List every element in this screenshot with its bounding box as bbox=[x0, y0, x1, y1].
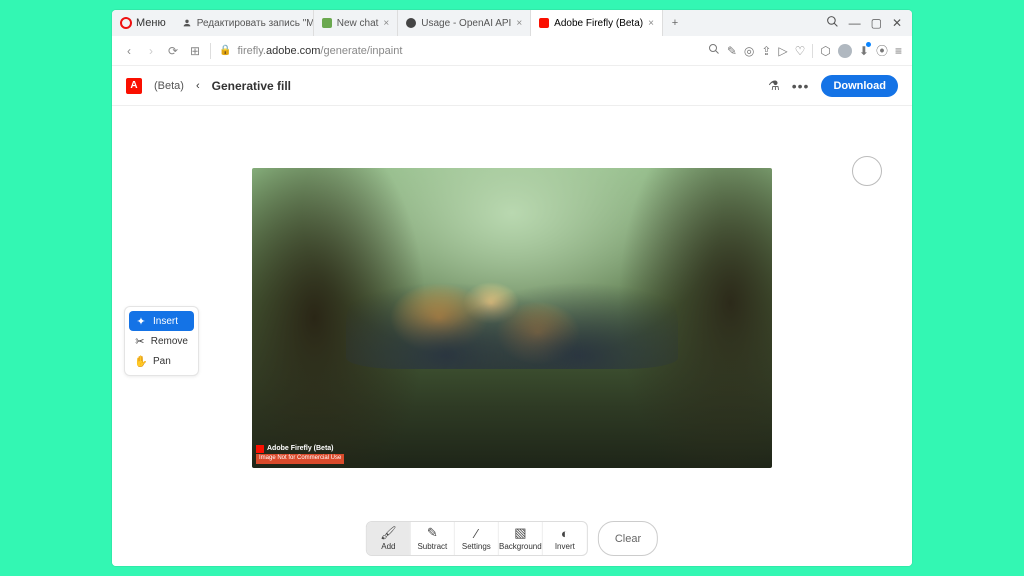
tab-label: Редактировать запись "М... bbox=[197, 18, 314, 29]
browser-window: Меню Редактировать запись "М... × New ch… bbox=[112, 10, 912, 566]
watermark-disclaimer: Image Not for Commercial Use bbox=[256, 454, 344, 463]
background-icon: ▧ bbox=[514, 526, 526, 540]
person-icon bbox=[182, 18, 192, 28]
chat-icon bbox=[322, 18, 332, 28]
tool-pan[interactable]: ✋ Pan bbox=[129, 351, 194, 371]
brush-label: Background bbox=[499, 542, 542, 551]
tool-label: Remove bbox=[151, 336, 188, 347]
brush-label: Add bbox=[381, 542, 395, 551]
experiments-icon[interactable]: ⚗ bbox=[768, 78, 780, 94]
share-icon[interactable]: ⇪ bbox=[761, 44, 771, 58]
openai-icon bbox=[406, 18, 416, 28]
page-title: Generative fill bbox=[212, 79, 291, 93]
settings-slider-icon: ∕ bbox=[475, 526, 477, 540]
opera-menu[interactable]: Меню bbox=[112, 17, 174, 29]
insert-icon: ✦ bbox=[135, 315, 147, 327]
lock-icon: 🔒 bbox=[219, 45, 231, 56]
canvas-area: Adobe Firefly (Beta) Image Not for Comme… bbox=[112, 106, 912, 566]
beta-badge: (Beta) bbox=[154, 80, 184, 92]
image-watermark: Adobe Firefly (Beta) Image Not for Comme… bbox=[256, 445, 344, 464]
nav-back-icon[interactable]: ‹ bbox=[122, 44, 136, 58]
brush-settings[interactable]: ∕ Settings bbox=[455, 522, 499, 555]
brush-toolbar: 🖌 Add ✎ Subtract ∕ Settings ▧ Background… bbox=[366, 521, 658, 556]
downloads-icon[interactable]: ⬇ bbox=[859, 44, 869, 58]
url-domain: adobe.com bbox=[266, 45, 320, 57]
maximize-button[interactable]: ▢ bbox=[871, 16, 882, 30]
opera-menu-label: Меню bbox=[136, 17, 166, 29]
profile-avatar[interactable] bbox=[838, 44, 852, 58]
vpn-icon[interactable]: ⦿ bbox=[876, 42, 888, 59]
close-button[interactable]: ✕ bbox=[892, 16, 902, 30]
back-chevron-icon[interactable]: ‹ bbox=[196, 80, 200, 92]
tab-strip: Редактировать запись "М... × New chat × … bbox=[174, 10, 816, 36]
download-button[interactable]: Download bbox=[821, 75, 898, 97]
close-icon[interactable]: × bbox=[383, 18, 389, 29]
tab-label: Adobe Firefly (Beta) bbox=[554, 18, 643, 29]
window-controls: ― ▢ ✕ bbox=[816, 15, 912, 31]
brush-subtract-icon: ✎ bbox=[427, 526, 438, 540]
brush-subtract[interactable]: ✎ Subtract bbox=[411, 522, 455, 555]
play-icon[interactable]: ▷ bbox=[778, 44, 787, 58]
window-titlebar: Меню Редактировать запись "М... × New ch… bbox=[112, 10, 912, 36]
remove-icon: ✂ bbox=[135, 335, 145, 347]
generated-image[interactable]: Adobe Firefly (Beta) Image Not for Comme… bbox=[252, 168, 772, 468]
minimize-button[interactable]: ― bbox=[849, 16, 861, 30]
nav-forward-icon[interactable]: › bbox=[144, 44, 158, 58]
mode-tool-panel: ✦ Insert ✂ Remove ✋ Pan bbox=[124, 306, 199, 376]
adobe-logo-icon: A bbox=[126, 78, 142, 94]
more-menu-icon[interactable]: ••• bbox=[792, 78, 810, 94]
easy-setup-icon[interactable]: ≡ bbox=[895, 44, 902, 58]
browser-tab[interactable]: Редактировать запись "М... × bbox=[174, 10, 314, 36]
tool-insert[interactable]: ✦ Insert bbox=[129, 311, 194, 331]
address-actions: ✎ ◎ ⇪ ▷ ♡ ⬡ ⬇ ⦿ ≡ bbox=[708, 42, 902, 59]
tool-remove[interactable]: ✂ Remove bbox=[129, 331, 194, 351]
select-invert[interactable]: ◐ Invert bbox=[543, 522, 587, 555]
reload-icon[interactable]: ⟳ bbox=[166, 44, 180, 58]
brush-tool-group: 🖌 Add ✎ Subtract ∕ Settings ▧ Background… bbox=[366, 521, 588, 556]
select-background[interactable]: ▧ Background bbox=[499, 522, 543, 555]
app-header: A (Beta) ‹ Generative fill ⚗ ••• Downloa… bbox=[112, 66, 912, 106]
brush-add-icon: 🖌 bbox=[380, 526, 397, 540]
adobe-mark-icon bbox=[256, 445, 264, 453]
tool-label: Insert bbox=[153, 316, 178, 327]
edit-icon[interactable]: ✎ bbox=[727, 44, 737, 58]
brush-label: Settings bbox=[462, 542, 491, 551]
new-tab-button[interactable]: + bbox=[663, 10, 687, 36]
opera-logo-icon bbox=[120, 17, 132, 29]
adobe-icon bbox=[539, 18, 549, 28]
browser-tab[interactable]: New chat × bbox=[314, 10, 399, 36]
clear-button[interactable]: Clear bbox=[598, 521, 658, 556]
find-icon[interactable] bbox=[708, 43, 720, 58]
url-prefix: firefly. bbox=[237, 45, 266, 57]
brush-label: Subtract bbox=[417, 542, 447, 551]
cube-icon[interactable]: ⬡ bbox=[820, 44, 830, 58]
speed-dial-icon[interactable]: ⊞ bbox=[188, 44, 202, 58]
close-icon[interactable]: × bbox=[516, 18, 522, 29]
search-icon[interactable] bbox=[826, 15, 839, 31]
brush-size-preview bbox=[852, 156, 882, 186]
heart-icon[interactable]: ♡ bbox=[795, 44, 806, 58]
url-path: /generate/inpaint bbox=[320, 45, 402, 57]
watermark-title: Adobe Firefly (Beta) bbox=[267, 445, 334, 453]
url-field[interactable]: 🔒 firefly.adobe.com/generate/inpaint bbox=[219, 45, 700, 57]
address-bar: ‹ › ⟳ ⊞ 🔒 firefly.adobe.com/generate/inp… bbox=[112, 36, 912, 66]
invert-icon: ◐ bbox=[561, 526, 569, 540]
tab-label: Usage - OpenAI API bbox=[421, 18, 511, 29]
close-icon[interactable]: × bbox=[648, 18, 654, 29]
tab-label: New chat bbox=[337, 18, 379, 29]
browser-tab-active[interactable]: Adobe Firefly (Beta) × bbox=[531, 10, 663, 36]
brush-label: Invert bbox=[555, 542, 575, 551]
browser-tab[interactable]: Usage - OpenAI API × bbox=[398, 10, 531, 36]
hand-icon: ✋ bbox=[135, 355, 147, 367]
brush-add[interactable]: 🖌 Add bbox=[367, 522, 411, 555]
camera-icon[interactable]: ◎ bbox=[744, 44, 754, 58]
tool-label: Pan bbox=[153, 356, 171, 367]
